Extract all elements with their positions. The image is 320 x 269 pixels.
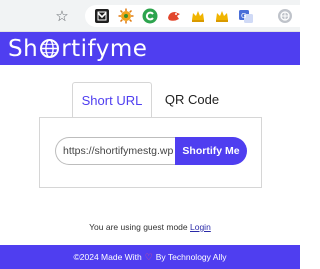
extensions-bar: G: [85, 5, 300, 27]
shortify-button[interactable]: Shortify Me: [175, 137, 247, 165]
login-link[interactable]: Login: [190, 222, 211, 232]
tab-short-url[interactable]: Short URL: [72, 82, 152, 118]
logo-text-prefix: Sh: [8, 36, 39, 62]
heart-icon: ♡: [144, 253, 153, 263]
extension-icon-2[interactable]: [118, 8, 134, 24]
footer-prefix: ©2024 Made With: [73, 252, 142, 262]
extension-icon-1[interactable]: [94, 8, 110, 24]
guest-mode-notice: You are using guest mode Login: [0, 222, 300, 232]
globe-icon: [39, 38, 60, 59]
footer: ©2024 Made With ♡ By Technology Ally: [0, 245, 300, 269]
bookmark-star-icon[interactable]: ☆: [52, 6, 72, 26]
svg-text:G: G: [241, 12, 246, 20]
extension-icon-3[interactable]: [142, 8, 158, 24]
url-input[interactable]: [55, 137, 179, 165]
logo[interactable]: Sh rtifyme: [8, 35, 147, 63]
logo-text-suffix: rtifyme: [61, 36, 148, 62]
browser-toolbar: ☆ G: [0, 0, 300, 32]
extension-icon-8[interactable]: [277, 8, 293, 24]
extension-icon-5[interactable]: [190, 8, 206, 24]
tab-qr-code[interactable]: QR Code: [152, 82, 232, 118]
guest-mode-text: You are using guest mode: [89, 222, 188, 232]
footer-suffix: By Technology Ally: [155, 252, 227, 262]
extension-icon-4[interactable]: [166, 8, 182, 24]
extension-icon-6[interactable]: [214, 8, 230, 24]
extension-icon-7[interactable]: G: [238, 8, 254, 24]
